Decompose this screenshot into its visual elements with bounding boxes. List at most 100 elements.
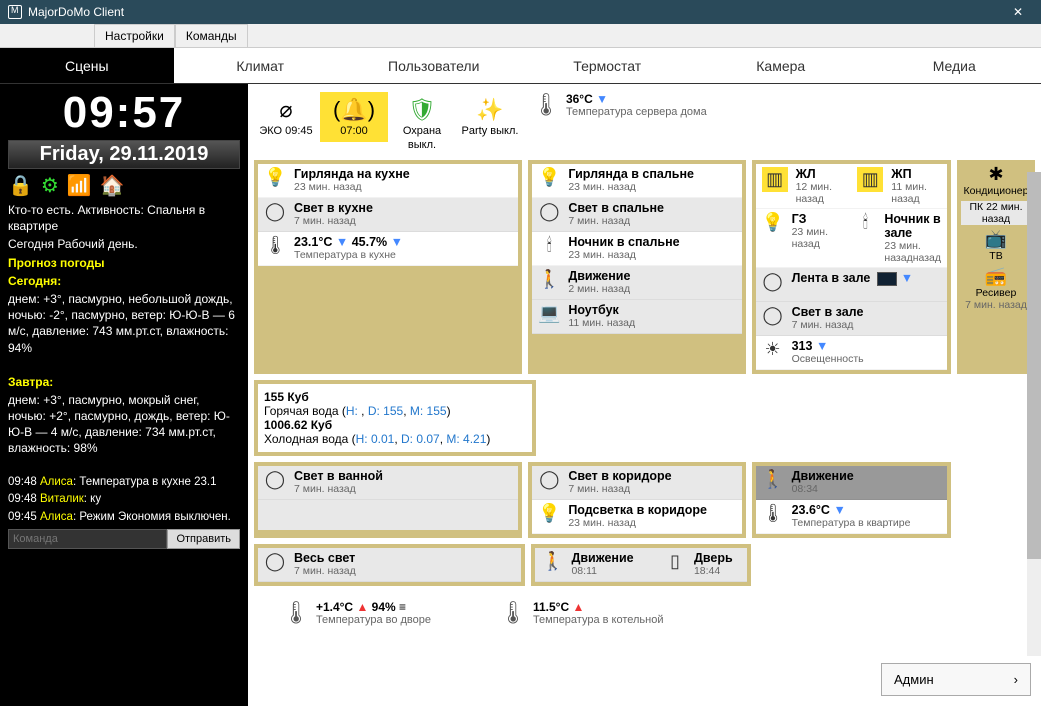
corridor-motion: 🚶Движение08:11 — [535, 548, 657, 582]
lamp-icon: 💡 — [538, 167, 560, 188]
all-light[interactable]: ◯Весь свет7 мин. назад — [258, 548, 521, 582]
hall-jl[interactable]: ▥ЖЛ12 мин. назад — [756, 164, 852, 209]
hall-lux: ☀313 ▼Освещенность — [756, 336, 947, 370]
tab-climate[interactable]: Климат — [174, 48, 348, 83]
window-title: MajorDoMo Client — [28, 5, 1003, 19]
color-swatch[interactable] — [877, 272, 897, 286]
blind-icon: ▥ — [857, 167, 883, 192]
thermometer-icon: 🌡 — [499, 600, 527, 626]
bath-light[interactable]: ◯Свет в ванной7 мин. назад — [258, 466, 518, 500]
shield-icon: 🛡 — [391, 97, 453, 123]
menu-settings[interactable]: Настройки — [94, 24, 175, 48]
clock-date: Friday, 29.11.2019 — [8, 140, 240, 169]
corridor-light[interactable]: ◯Свет в коридоре7 мин. назад — [532, 466, 741, 500]
lamp-icon: 💡 — [264, 167, 286, 188]
guard-button[interactable]: 🛡 Охрана выкл. — [388, 92, 456, 156]
hall-motion: 🚶Движение08:34 — [756, 466, 947, 500]
tomorrow-label: Завтра: — [8, 375, 53, 389]
eco-button[interactable]: ⌀ ЭКО 09:45 — [252, 92, 320, 142]
kitchen-garland[interactable]: 💡Гирлянда на кухне23 мин. назад — [258, 164, 518, 198]
log-row: 09:45 Алиса: Режим Экономия выключен. — [8, 510, 240, 526]
bulb-icon: ◯ — [264, 201, 286, 222]
hall-jp[interactable]: ▥ЖП11 мин. назад — [851, 164, 947, 209]
tv-icon: 📺 — [961, 229, 1031, 250]
bedroom-garland[interactable]: 💡Гирлянда в спальне23 мин. назад — [532, 164, 741, 198]
lamp-icon: 💡 — [538, 503, 560, 524]
tab-camera[interactable]: Камера — [694, 48, 868, 83]
bulb-icon: ◯ — [264, 551, 286, 572]
hall-gz[interactable]: 💡ГЗ23 мин. назад — [756, 209, 849, 268]
tab-thermostat[interactable]: Термостат — [521, 48, 695, 83]
hall-night[interactable]: 🕯Ночник в зале23 мин. назадназад — [848, 209, 947, 268]
night-lamp-icon: 🕯 — [854, 212, 876, 233]
admin-button[interactable]: Админ › — [881, 663, 1031, 696]
bedroom-light[interactable]: ◯Свет в спальне7 мин. назад — [532, 198, 741, 232]
lock-icon[interactable]: 🔒 — [8, 173, 33, 198]
thermometer-icon: 🌡 — [762, 503, 784, 524]
trend-up-icon: ▲ — [572, 600, 584, 614]
chevron-right-icon: › — [1014, 672, 1018, 687]
kitchen-temp: 🌡23.1°C ▼ 45.7% ▼Температура в кухне — [258, 232, 518, 266]
bell-icon: (🔔) — [323, 97, 385, 123]
eco-icon: ⌀ — [255, 97, 317, 123]
night-lamp-icon: 🕯 — [538, 235, 560, 256]
thermometer-icon: 🌡 — [264, 235, 286, 256]
log-row: 09:48 Алиса: Температура в кухне 23.1 — [8, 475, 240, 491]
door-icon: ▯ — [664, 551, 686, 572]
tv-button[interactable]: 📺ТВ — [961, 229, 1031, 262]
command-input[interactable] — [8, 529, 167, 549]
receiver-button[interactable]: 📻Ресивер7 мин. назад — [961, 266, 1031, 311]
log-row: 09:48 Виталик: ку — [8, 492, 240, 508]
menu-commands[interactable]: Команды — [175, 24, 248, 48]
tab-users[interactable]: Пользователи — [347, 48, 521, 83]
bedroom-nightlight[interactable]: 🕯Ночник в спальне23 мин. назад — [532, 232, 741, 266]
server-temp-value: 36°C — [566, 92, 593, 106]
bulb-icon: ◯ — [538, 469, 560, 490]
gear-icon[interactable]: ⚙ — [41, 173, 59, 198]
hot-water-detail: Горячая вода (H: , D: 155, M: 155) — [264, 404, 526, 418]
kitchen-light[interactable]: ◯Свет в кухне7 мин. назад — [258, 198, 518, 232]
forecast-header: Прогноз погоды — [8, 255, 240, 271]
thermometer-icon: 🌡 — [532, 92, 560, 118]
scrollbar[interactable] — [1027, 172, 1041, 656]
clock-time: 09:57 — [8, 88, 240, 138]
forecast-today: днем: +3°, пасмурно, небольшой дождь, но… — [8, 291, 240, 356]
bulb-icon: ◯ — [762, 271, 784, 292]
alarm-button[interactable]: (🔔) 07:00 — [320, 92, 388, 142]
bulb-icon: ◯ — [264, 469, 286, 490]
party-button[interactable]: ✨ Party выкл. — [456, 92, 524, 142]
hot-water-value: 155 Куб — [264, 390, 526, 404]
app-icon — [8, 5, 22, 19]
menu-spacer — [2, 26, 94, 46]
close-icon[interactable]: ✕ — [1003, 5, 1033, 19]
today-label: Сегодня: — [8, 274, 61, 288]
cold-water-value: 1006.62 Куб — [264, 418, 526, 432]
hall-temp: 🌡23.6°C ▼Температура в квартире — [756, 500, 947, 534]
hall-strip[interactable]: ◯Лента в зале ▼ — [756, 268, 947, 302]
send-button[interactable]: Отправить — [167, 529, 240, 549]
tab-media[interactable]: Медиа — [868, 48, 1041, 83]
corridor-backlight[interactable]: 💡Подсветка в коридоре23 мин. назад — [532, 500, 741, 534]
blind-icon: ▥ — [762, 167, 788, 192]
activity-text: Кто-то есть. Активность: Спальня в кварт… — [8, 202, 240, 234]
lamp-icon: 💡 — [762, 212, 784, 233]
bedroom-motion: 🚶Движение2 мин. назад — [532, 266, 741, 300]
trend-down-icon: ▼ — [596, 92, 608, 106]
fan-icon: ✱ — [961, 164, 1031, 185]
hall-light[interactable]: ◯Свет в зале7 мин. назад — [756, 302, 947, 336]
corridor-door: ▯Дверь18:44 — [658, 548, 747, 582]
thermometer-icon: 🌡 — [282, 600, 310, 626]
bulb-icon: ◯ — [762, 305, 784, 326]
forecast-tomorrow: днем: +3°, пасмурно, мокрый снег, ночью:… — [8, 392, 240, 457]
home-icon[interactable]: 🏠 — [100, 173, 125, 198]
motion-icon: 🚶 — [538, 269, 560, 290]
sun-icon: ☀ — [762, 339, 784, 360]
signal-icon[interactable]: 📶 — [67, 173, 92, 198]
tab-scenes[interactable]: Сцены — [0, 48, 174, 83]
server-temp-label: Температура сервера дома — [566, 106, 707, 118]
outdoor-temp: +1.4°C — [316, 600, 353, 614]
bedroom-laptop: 💻Ноутбук11 мин. назад — [532, 300, 741, 334]
motion-icon: 🚶 — [762, 469, 784, 490]
party-icon: ✨ — [459, 97, 521, 123]
ac-button[interactable]: ✱Кондиционер — [961, 164, 1031, 197]
